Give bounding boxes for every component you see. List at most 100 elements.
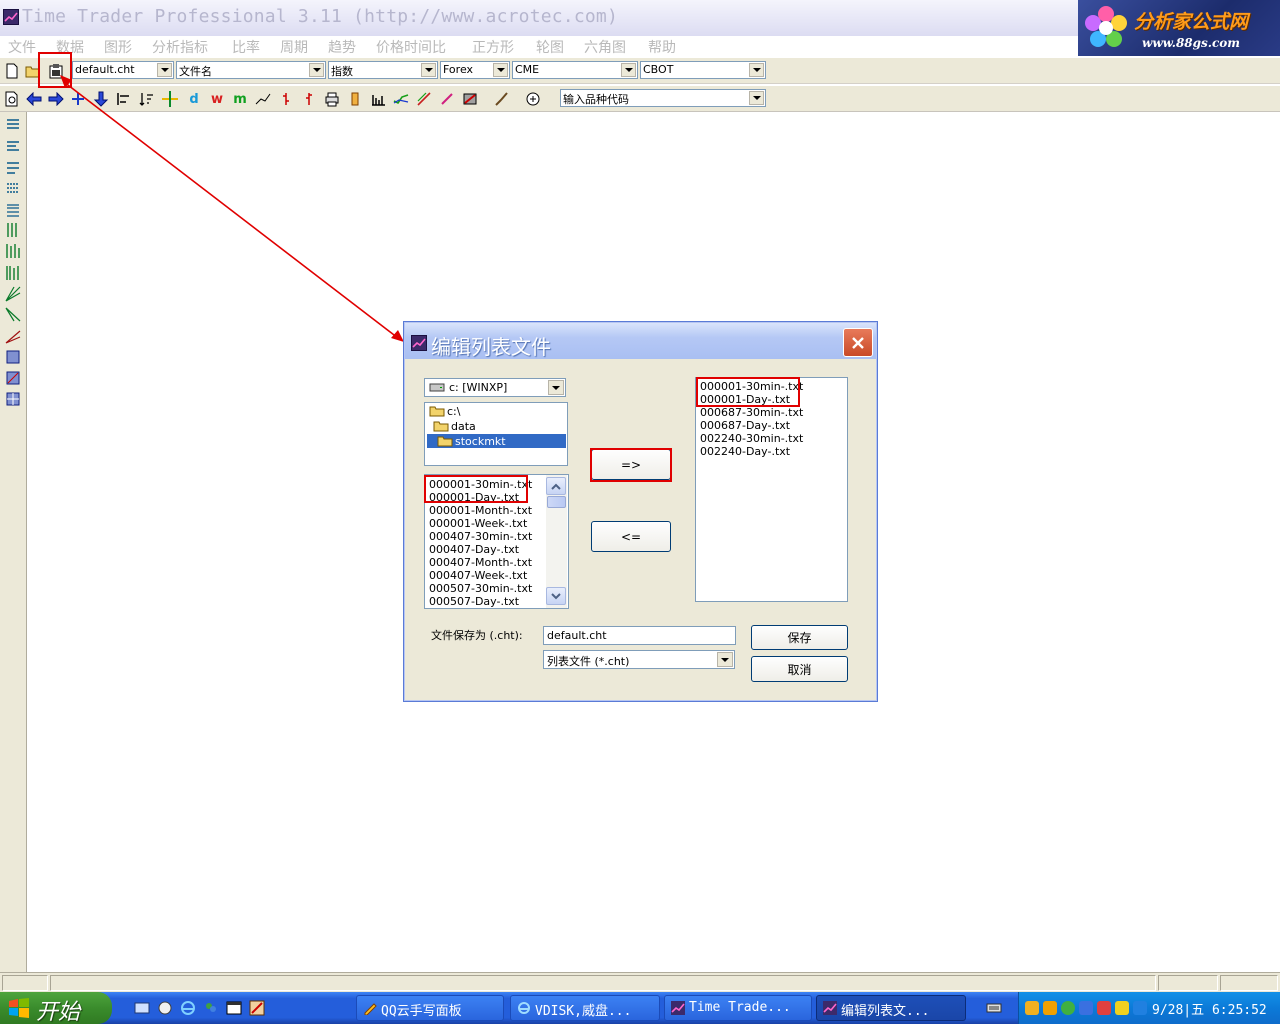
task-time-trader[interactable]: Time Trade... bbox=[664, 995, 812, 1021]
task-qq-handwriting[interactable]: QQ云手写面板 bbox=[356, 995, 504, 1021]
network-icon[interactable] bbox=[1061, 1001, 1075, 1015]
cycle-tool-1-button[interactable] bbox=[4, 221, 22, 239]
candle-chart-button[interactable] bbox=[299, 89, 319, 109]
volume-button[interactable] bbox=[345, 89, 365, 109]
symbol-code-combo[interactable]: 输入品种代码 bbox=[560, 89, 766, 107]
list-tool-1-button[interactable] bbox=[4, 116, 22, 134]
drive-selector[interactable]: c: [WINXP] bbox=[424, 378, 566, 397]
monthly-period-button[interactable]: m bbox=[230, 89, 250, 109]
align-left-button[interactable] bbox=[114, 89, 134, 109]
daily-period-button[interactable]: d bbox=[184, 89, 204, 109]
antivirus-icon[interactable] bbox=[1079, 1001, 1093, 1015]
list-item[interactable]: 002240-Day-.txt bbox=[700, 445, 790, 458]
angle-tool-button[interactable] bbox=[4, 305, 22, 323]
pen-tool-button[interactable] bbox=[437, 89, 457, 109]
menu-trend[interactable]: 趋势 bbox=[328, 37, 356, 57]
menu-wheel[interactable]: 轮图 bbox=[536, 37, 564, 57]
brush-button[interactable] bbox=[492, 89, 512, 109]
messenger-icon[interactable] bbox=[203, 1000, 219, 1016]
forward-button[interactable] bbox=[46, 89, 66, 109]
start-button[interactable]: 开始 bbox=[0, 992, 112, 1025]
weekly-period-button[interactable]: w bbox=[207, 89, 227, 109]
list-item[interactable]: 000407-Day-.txt bbox=[429, 543, 519, 556]
qq-penguin-icon[interactable] bbox=[1025, 1001, 1039, 1015]
update-shield-icon[interactable] bbox=[1133, 1001, 1147, 1015]
chart-file-combo[interactable]: default.cht bbox=[72, 61, 174, 79]
chevron-down-icon[interactable] bbox=[621, 63, 636, 77]
hand-tool-button[interactable] bbox=[523, 89, 543, 109]
scroll-both-button[interactable] bbox=[68, 89, 88, 109]
list-item[interactable]: 000407-30min-.txt bbox=[429, 530, 532, 543]
list-item[interactable]: 000407-Month-.txt bbox=[429, 556, 532, 569]
list-item[interactable]: 002240-30min-.txt bbox=[700, 432, 803, 445]
source-list-scrollbar[interactable] bbox=[546, 475, 567, 608]
crosshair-button[interactable] bbox=[160, 89, 180, 109]
menu-graph[interactable]: 图形 bbox=[104, 37, 132, 57]
task-vdisk[interactable]: VDISK,威盘... bbox=[510, 995, 660, 1021]
chevron-down-icon[interactable] bbox=[548, 380, 564, 395]
list-item[interactable]: 000687-30min-.txt bbox=[700, 406, 803, 419]
close-button[interactable] bbox=[843, 328, 873, 357]
folder-item-data[interactable]: data bbox=[427, 420, 565, 433]
gann-tool-button[interactable] bbox=[4, 327, 22, 345]
scroll-down-button[interactable] bbox=[546, 587, 566, 605]
chevron-down-icon[interactable] bbox=[309, 63, 324, 77]
grid-tool-button[interactable] bbox=[4, 179, 22, 197]
print-button[interactable] bbox=[322, 89, 342, 109]
cycle-tool-3-button[interactable] bbox=[4, 264, 22, 282]
save-button[interactable]: 保存 bbox=[751, 625, 848, 650]
folder-list[interactable]: c:\ data stockmkt bbox=[424, 402, 568, 466]
histogram-button[interactable] bbox=[368, 89, 388, 109]
new-file-button[interactable] bbox=[2, 61, 22, 81]
target-file-list[interactable]: 000001-30min-.txt 000001-Day-.txt 000687… bbox=[695, 377, 848, 602]
show-desktop-icon[interactable] bbox=[134, 1000, 150, 1016]
chevron-down-icon[interactable] bbox=[157, 63, 172, 77]
cycle-tool-2-button[interactable] bbox=[4, 242, 22, 260]
bar-chart-button[interactable] bbox=[276, 89, 296, 109]
menu-square[interactable]: 正方形 bbox=[472, 37, 514, 57]
chevron-down-icon[interactable] bbox=[717, 652, 733, 667]
filename-combo[interactable]: 文件名 bbox=[176, 61, 326, 79]
list-item[interactable]: 000507-Day-.txt bbox=[429, 595, 519, 608]
folder-item-stockmkt[interactable]: stockmkt bbox=[427, 434, 566, 448]
window-app-icon[interactable] bbox=[226, 1000, 242, 1016]
back-button[interactable] bbox=[24, 89, 44, 109]
menu-help[interactable]: 帮助 bbox=[648, 37, 676, 57]
line-chart-button[interactable] bbox=[253, 89, 273, 109]
list-item[interactable]: 000507-30min-.txt bbox=[429, 582, 532, 595]
trend-tool-button[interactable] bbox=[414, 89, 434, 109]
qq-icon[interactable] bbox=[1043, 1001, 1057, 1015]
cancel-button[interactable]: 取消 bbox=[751, 656, 848, 682]
folder-item-root[interactable]: c:\ bbox=[427, 405, 565, 418]
scroll-thumb[interactable] bbox=[547, 496, 566, 508]
move-down-button[interactable] bbox=[91, 89, 111, 109]
media-player-icon[interactable] bbox=[157, 1000, 173, 1016]
keyboard-icon[interactable] bbox=[986, 1000, 1002, 1016]
file-type-select[interactable]: 列表文件 (*.cht) bbox=[543, 650, 735, 669]
menu-indicators[interactable]: 分析指标 bbox=[152, 37, 208, 57]
save-as-filename-input[interactable]: default.cht bbox=[543, 626, 736, 645]
chevron-down-icon[interactable] bbox=[421, 63, 436, 77]
indicator-button[interactable] bbox=[391, 89, 411, 109]
list-tool-2-button[interactable] bbox=[4, 137, 22, 155]
paint-app-icon[interactable] bbox=[249, 1000, 265, 1016]
menu-hexagon[interactable]: 六角图 bbox=[584, 37, 626, 57]
menu-ratio[interactable]: 比率 bbox=[232, 37, 260, 57]
remove-from-list-button[interactable]: <= bbox=[591, 521, 671, 552]
box-tool-3-button[interactable] bbox=[4, 390, 22, 408]
list-item[interactable]: 000001-Week-.txt bbox=[429, 517, 527, 530]
security-icon[interactable] bbox=[1097, 1001, 1111, 1015]
forex-combo[interactable]: Forex bbox=[440, 61, 510, 79]
list-item[interactable]: 000407-Week-.txt bbox=[429, 569, 527, 582]
box-tool-2-button[interactable] bbox=[4, 369, 22, 387]
list-tool-3-button[interactable] bbox=[4, 159, 22, 177]
chevron-down-icon[interactable] bbox=[749, 91, 764, 105]
chevron-down-icon[interactable] bbox=[493, 63, 508, 77]
scroll-up-button[interactable] bbox=[546, 477, 566, 495]
box-tool-1-button[interactable] bbox=[4, 348, 22, 366]
task-edit-list-file[interactable]: 编辑列表文... bbox=[816, 995, 966, 1021]
list-item[interactable]: 000687-Day-.txt bbox=[700, 419, 790, 432]
chevron-down-icon[interactable] bbox=[749, 63, 764, 77]
list-item[interactable]: 000001-Month-.txt bbox=[429, 504, 532, 517]
zoom-page-button[interactable] bbox=[2, 89, 22, 109]
